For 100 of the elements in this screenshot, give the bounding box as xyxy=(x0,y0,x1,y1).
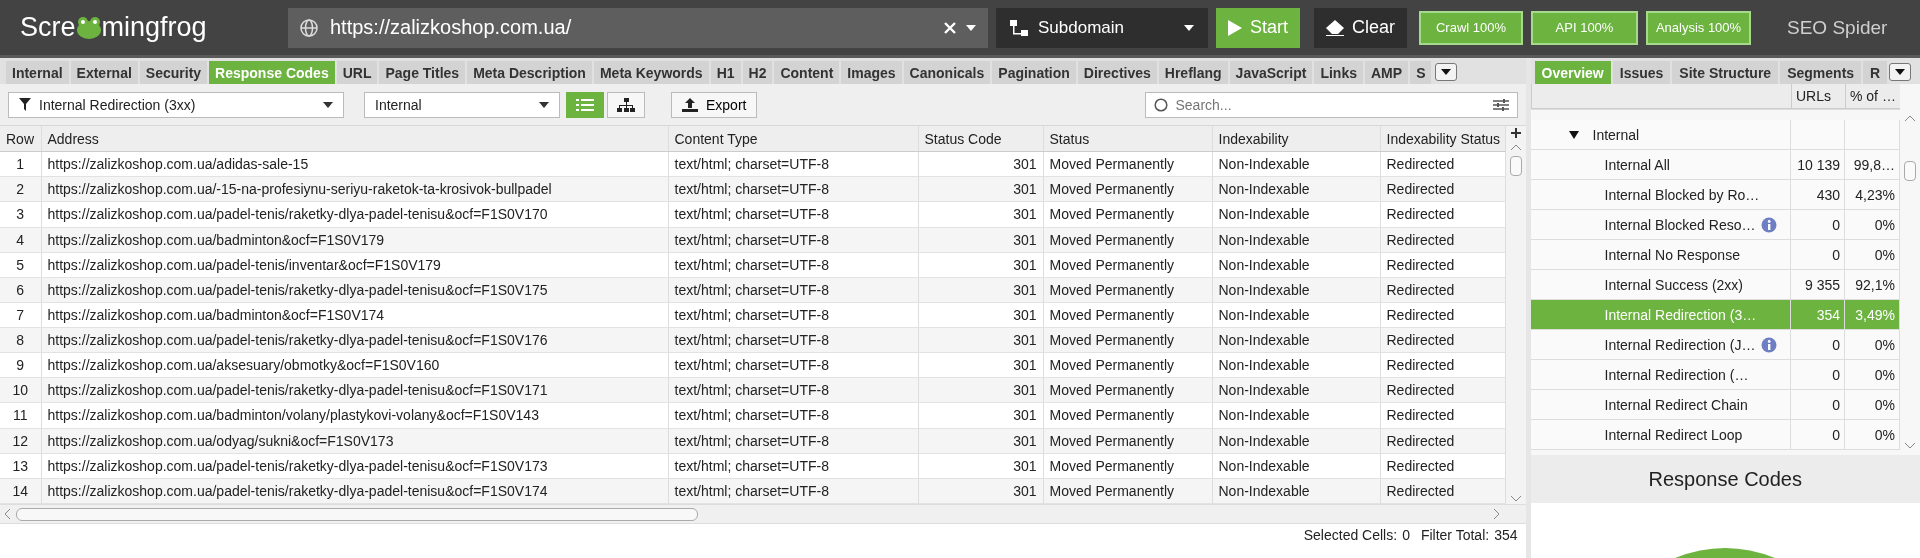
clear-button[interactable]: Clear xyxy=(1314,7,1407,48)
tree-item-label[interactable]: Internal Redirect Chain xyxy=(1604,396,1748,413)
tab[interactable]: Issues xyxy=(1612,61,1671,84)
tab[interactable]: JavaScript xyxy=(1229,61,1313,84)
tree-row[interactable]: Internal Redirection (… 0 0% xyxy=(1530,360,1900,390)
upload-icon xyxy=(682,97,698,112)
tree-row[interactable]: Internal No Response 0 0% xyxy=(1530,240,1900,270)
url-field[interactable]: https://zalizkoshop.com.ua/ xyxy=(328,15,934,40)
tab[interactable]: Segments xyxy=(1780,61,1862,84)
scroll-right-icon[interactable] xyxy=(1493,509,1500,519)
tab[interactable]: Page Titles xyxy=(379,61,466,84)
tree-row[interactable]: Internal Blocked Reso… 0 0% xyxy=(1530,210,1900,240)
tree-item-label[interactable]: Internal Redirection (J… xyxy=(1604,336,1756,353)
tab[interactable]: Meta Description xyxy=(467,61,592,84)
tab[interactable]: Security xyxy=(139,61,208,84)
url-count: 0 xyxy=(1832,336,1840,353)
close-icon[interactable] xyxy=(944,21,956,34)
mode-dropdown[interactable]: Subdomain xyxy=(996,7,1208,48)
tree-item-label[interactable]: Internal Redirect Loop xyxy=(1604,426,1743,443)
scroll-up-icon[interactable] xyxy=(1510,144,1521,150)
tab[interactable]: AMP xyxy=(1365,61,1409,84)
tab[interactable]: Hreflang xyxy=(1158,61,1228,84)
caret-icon xyxy=(539,101,549,108)
tab[interactable]: S xyxy=(1410,61,1432,84)
scrollbar-thumb[interactable] xyxy=(1904,161,1916,181)
add-column-icon[interactable] xyxy=(1510,128,1521,138)
tabs-menu-button[interactable] xyxy=(1889,63,1912,81)
tree-item-label[interactable]: Internal Success (2xx) xyxy=(1604,276,1743,293)
tree-view-button[interactable] xyxy=(607,91,645,118)
tab[interactable]: R xyxy=(1863,61,1888,84)
table-cell: 301 xyxy=(918,227,1043,253)
percent-value: 0% xyxy=(1874,366,1895,383)
table-cell: Non-Indexable xyxy=(1212,252,1380,278)
tab[interactable]: H1 xyxy=(710,61,741,84)
table-cell: https://zalizkoshop.com.ua/padel-tenis/inventar&ocf=F1S0V179 xyxy=(41,252,668,278)
filter-icon xyxy=(19,98,31,111)
scroll-down-icon[interactable] xyxy=(1905,443,1915,449)
column-header[interactable]: Content Type xyxy=(668,126,918,152)
tab[interactable]: Content xyxy=(774,61,840,84)
tab[interactable]: Canonicals xyxy=(903,61,991,84)
search-bar[interactable]: Search... xyxy=(1144,91,1518,118)
row-number: 2 xyxy=(0,176,41,202)
tree-item-label[interactable]: Internal Blocked Reso… xyxy=(1604,216,1756,233)
scroll-up-icon[interactable] xyxy=(1905,115,1915,121)
column-header[interactable]: Indexability Status xyxy=(1380,126,1505,152)
column-header[interactable]: Indexability xyxy=(1212,126,1380,152)
url-bar[interactable]: https://zalizkoshop.com.ua/ xyxy=(288,7,988,48)
url-count: 0 xyxy=(1832,366,1840,383)
tab[interactable]: Internal xyxy=(6,61,69,84)
tree-group-label[interactable]: Internal xyxy=(1592,126,1640,143)
column-header[interactable]: Status xyxy=(1043,126,1212,152)
tab[interactable]: Pagination xyxy=(992,61,1076,84)
table-cell: text/html; charset=UTF-8 xyxy=(668,277,918,303)
column-header[interactable]: Status Code xyxy=(918,126,1043,152)
tree-row[interactable]: Internal All 10 139 99,8… xyxy=(1530,150,1900,180)
column-header[interactable]: % of … xyxy=(1845,84,1900,108)
table-cell: Redirected xyxy=(1380,302,1505,328)
tabs-menu-button[interactable] xyxy=(1435,63,1458,81)
table-cell: Non-Indexable xyxy=(1212,402,1380,428)
export-button[interactable]: Export xyxy=(671,91,758,118)
scrollbar-thumb[interactable] xyxy=(16,507,698,521)
tree-item-label[interactable]: Internal All xyxy=(1604,156,1670,173)
table-cell: https://zalizkoshop.com.ua/padel-tenis/raketky-dlya-padel-tenisu&ocf=F1S0V174 xyxy=(41,478,668,504)
tree-row[interactable]: Internal Blocked by Ro… 430 4,23% xyxy=(1530,180,1900,210)
table-cell: Redirected xyxy=(1380,327,1505,353)
table-cell: Non-Indexable xyxy=(1212,478,1380,504)
tree-row[interactable]: Internal Success (2xx) 9 355 92,1% xyxy=(1530,270,1900,300)
tab[interactable]: Site Structure xyxy=(1672,61,1779,84)
scrollbar-thumb[interactable] xyxy=(1509,156,1522,176)
table-cell: Moved Permanently xyxy=(1043,352,1212,378)
scroll-left-icon[interactable] xyxy=(4,509,10,519)
collapse-triangle-icon[interactable] xyxy=(1568,129,1579,140)
table-cell: Moved Permanently xyxy=(1043,478,1212,504)
tree-item-label[interactable]: Internal Blocked by Ro… xyxy=(1604,186,1760,203)
tree-item-label[interactable]: Internal Redirection (… xyxy=(1604,366,1749,383)
column-header[interactable]: Row xyxy=(0,126,41,152)
caret-icon xyxy=(966,24,976,31)
tree-row[interactable]: Internal Redirect Loop 0 0% xyxy=(1530,420,1900,450)
column-header[interactable]: Address xyxy=(41,126,668,152)
table-cell: Redirected xyxy=(1380,402,1505,428)
table-cell: text/html; charset=UTF-8 xyxy=(668,453,918,479)
filter-dropdown[interactable]: Internal Redirection (3xx) xyxy=(8,91,344,118)
sliders-icon[interactable] xyxy=(1492,97,1509,112)
tab[interactable]: Images xyxy=(841,61,902,84)
tab[interactable]: Directives xyxy=(1077,61,1157,84)
table-cell: Redirected xyxy=(1380,227,1505,253)
tab[interactable]: Meta Keywords xyxy=(593,61,709,84)
table-cell: 301 xyxy=(918,352,1043,378)
tree-item-label[interactable]: Internal No Response xyxy=(1604,246,1740,263)
scope-dropdown[interactable]: Internal xyxy=(364,91,560,118)
tab[interactable]: External xyxy=(70,61,138,84)
column-header[interactable]: URLs xyxy=(1791,84,1845,108)
tree-row[interactable]: Internal Redirect Chain 0 0% xyxy=(1530,390,1900,420)
tree-row[interactable]: Internal Redirection (J… 0 0% xyxy=(1530,330,1900,360)
scroll-down-icon[interactable] xyxy=(1510,496,1521,502)
table-cell: Moved Permanently xyxy=(1043,277,1212,303)
tab[interactable]: H2 xyxy=(742,61,773,84)
tab[interactable]: Links xyxy=(1314,61,1363,84)
percent-value: 4,23% xyxy=(1855,186,1895,203)
tab[interactable]: URL xyxy=(336,61,378,84)
